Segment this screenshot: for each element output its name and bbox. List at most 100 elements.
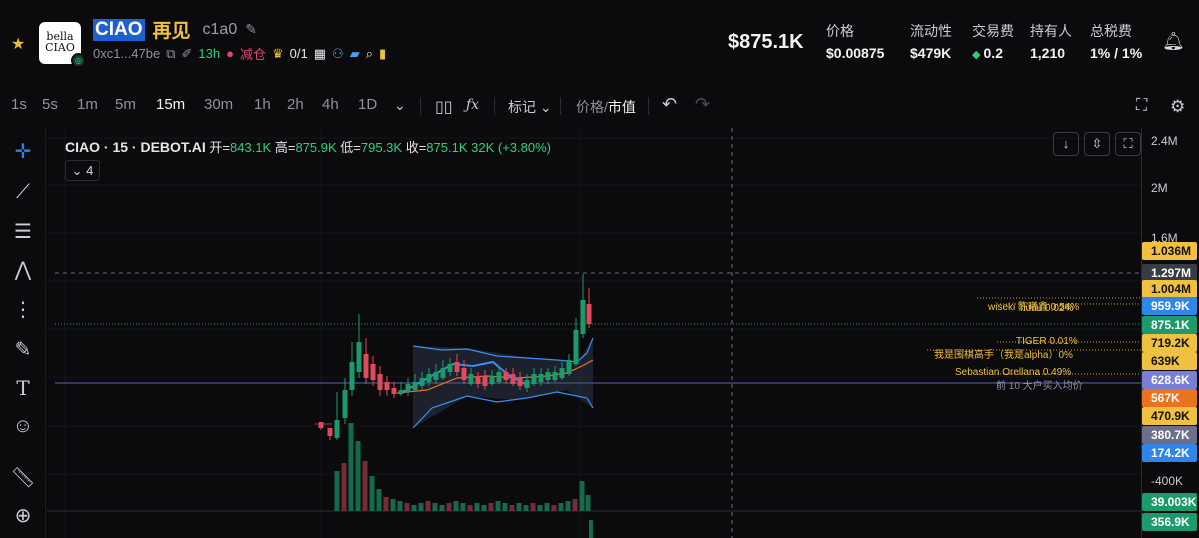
timeframe-2h[interactable]: 2h [287,96,304,113]
candle-body [349,362,355,390]
candle-body [496,372,502,382]
candle-body [524,380,530,388]
search-icon[interactable]: ⌕ [366,46,373,62]
stat-fee-value: 0.2 [983,45,1003,61]
volume-bar [565,501,571,511]
emoji-icon[interactable]: ☺ [9,412,37,440]
volume-bar [369,476,375,511]
price-chart[interactable] [47,128,1141,538]
bank-icon[interactable]: ▦ [314,46,326,62]
candle-body [318,422,324,428]
chevron-down-icon: ⌄ [539,99,552,115]
candle-type-icon[interactable]: ▯▯ [435,97,453,117]
token-title: CIAO 再见 c1a0 ✎ [93,18,257,42]
stat-fee: 交易费 ◆ 0.2 [972,21,1014,61]
price-mcap-toggle[interactable]: 价格/市值 [576,97,636,117]
volume-bar [348,423,354,511]
zoom-in-icon[interactable]: ⊕ [9,502,37,530]
timeframe-30m[interactable]: 30m [204,96,233,113]
candle-body [580,300,586,334]
holder-annotation: 我是围棋高手（我是alpha）0% [934,350,1073,361]
candle-body [412,382,418,390]
candle-body [398,390,404,394]
fullscreen-icon[interactable]: ⛶ [1136,97,1147,115]
volume-bar [418,503,424,511]
settings-gear-icon[interactable]: ⚙ [1170,97,1185,117]
open-label: 开= [209,140,231,155]
volume-bar [411,505,417,511]
volume-bar [509,505,515,511]
candle-body [586,304,592,324]
bell-add-icon[interactable]: 🔔︎ [1162,31,1185,52]
candle-body [510,374,516,384]
price-label-pill: 1.004M [1142,280,1197,298]
timeframe-1m[interactable]: 1m [77,96,98,113]
candle-body [363,354,369,378]
price-label-pill: 567K [1142,389,1197,407]
indicators-icon[interactable]: ƒx [466,97,479,113]
candle-body [573,330,579,364]
expand-icon[interactable]: ⛶ [1115,132,1141,156]
stat-holders: 持有人 1,210 [1030,21,1072,61]
brush-icon[interactable]: ✎ [9,336,37,364]
volume-bar [355,441,361,511]
indicators-toggle[interactable]: ⌄ 4 [65,160,100,181]
crown-icon: ♛ [272,45,284,61]
timeframe-1h[interactable]: 1h [254,96,271,113]
volume-bar [558,503,564,511]
price-label-pill: 639K [1142,352,1197,370]
legend-title: CIAO · 15 · DEBOT.AI [65,139,206,155]
chat-icon[interactable]: ▰ [350,46,360,62]
volume-bar [502,503,508,511]
axis-tick: 2M [1151,181,1168,195]
holder-annotation: 前 10 大户买入均价 [996,381,1083,392]
volume-value: 32K [471,140,495,155]
timeframe-5s[interactable]: 5s [42,96,58,113]
price-label-pill: 875.1K [1142,316,1197,334]
fib-icon[interactable]: ⋮ [9,296,37,324]
horizontal-lines-icon[interactable]: ☰ [9,218,37,246]
trend-line-icon[interactable]: ⟋ [9,178,37,206]
star-icon[interactable]: ★ [11,34,25,54]
undo-icon[interactable]: ↶ [662,94,677,115]
volume-bar [362,461,368,511]
collapse-icon[interactable]: ⇳ [1084,132,1110,156]
candle-body [440,368,446,378]
candle-body [370,364,376,380]
mark-menu[interactable]: 标记 ⌄ [508,97,552,117]
stat-value: ◆ 0.2 [972,45,1014,61]
volume-bar [474,503,480,511]
timeframe-1s[interactable]: 1s [11,96,27,113]
candle-body [517,378,523,386]
volume-bar [467,505,473,511]
crosshair-icon[interactable]: ✛ [9,138,37,166]
ruler-icon[interactable]: 📏︎ [9,464,37,492]
timeframe-15m[interactable]: 15m [156,96,185,113]
volume-bar [537,505,543,511]
fire-icon[interactable]: ▮ [379,46,386,62]
redo-icon[interactable]: ↷ [695,94,710,115]
volume-bar [334,471,340,511]
chevron-down-icon: ⌄ [71,163,83,178]
timeframe-1d[interactable]: 1D [358,96,377,113]
indicator-count: 4 [86,163,94,178]
volume-bar [544,503,550,511]
pattern-icon[interactable]: ⋀ [9,256,37,284]
close-label: 收= [405,140,427,155]
volume-bar [488,503,494,511]
pen-icon: ✐ [181,45,193,61]
holder-annotation: hunu 0.02% [1020,303,1074,314]
volume-bar [383,497,389,511]
holders-icon[interactable]: ⚇ [332,46,344,62]
timeframe-4h[interactable]: 4h [322,96,339,113]
volume-bar [481,505,487,511]
open-value: 843.1K [230,140,272,155]
high-value: 875.9K [295,140,337,155]
timeframe-dropdown-chevron-icon[interactable]: ⌄ [394,97,406,114]
timeframe-5m[interactable]: 5m [115,96,136,113]
token-meta-row: 0xc1...47be ⧉ ✐ 13h ● 减仓 ♛ 0/1 ▦ ⚇ ▰ ⌕ ▮ [93,44,386,63]
edit-icon[interactable]: ✎ [245,21,257,38]
copy-icon[interactable]: ⧉ [166,46,175,62]
text-tool-icon[interactable]: T [9,374,37,402]
scroll-down-icon[interactable]: ↓ [1053,132,1079,156]
